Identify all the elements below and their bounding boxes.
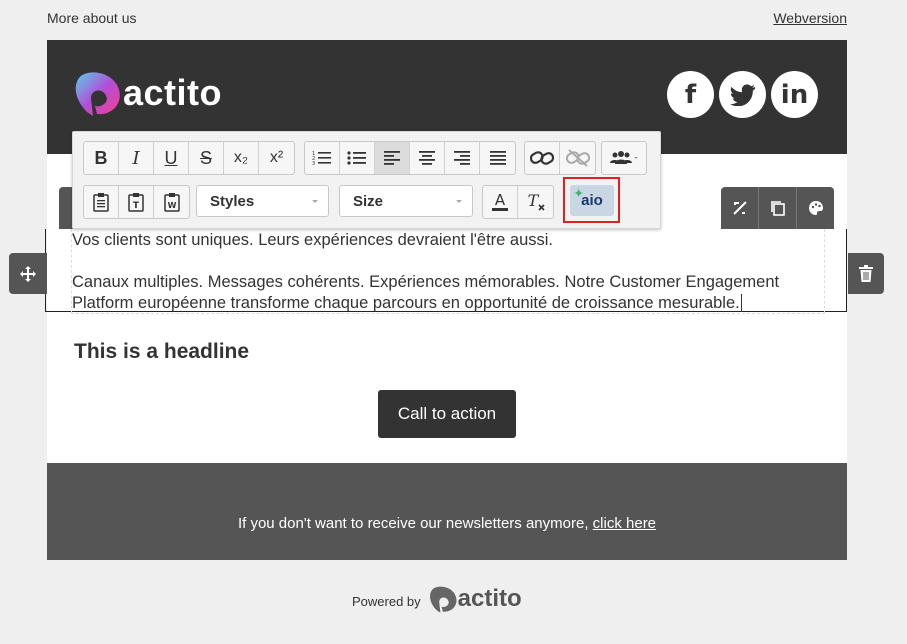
more-about-us-link[interactable]: More about us [47,10,137,26]
paste-word-icon[interactable]: W [154,186,189,218]
link-icon[interactable] [525,142,560,174]
svg-text:A: A [495,192,506,209]
palette-icon[interactable] [797,187,834,229]
facebook-icon[interactable]: f [667,71,714,118]
svg-text:T: T [527,192,539,210]
size-dropdown-label: Size [353,192,384,210]
chevron-down-icon [456,200,462,203]
strikethrough-button[interactable]: S [189,142,224,174]
size-dropdown[interactable]: Size [339,185,473,217]
block-left-tab[interactable] [59,187,73,229]
remove-format-icon[interactable]: T [518,186,553,218]
duplicate-icon[interactable] [759,187,797,229]
svg-text:W: W [167,201,176,210]
block-tools [721,187,834,229]
move-icon[interactable] [9,253,47,294]
styles-dropdown[interactable]: Styles [196,185,329,217]
justify-icon[interactable] [480,142,515,174]
align-center-icon[interactable] [410,142,445,174]
actito-wordmark: actito [123,72,223,113]
color-group: A T [482,185,554,219]
actito-heart-icon [75,72,120,116]
trash-icon[interactable] [848,253,884,294]
aio-label: aio [581,192,603,209]
bold-button[interactable]: B [84,142,119,174]
actito-wordmark: actito [457,585,522,612]
paragraph-intro: Vos clients sont uniques. Leurs expérien… [72,231,554,249]
paste-icon[interactable] [84,186,119,218]
personalization-dropdown[interactable] [601,141,647,175]
align-left-icon[interactable] [375,142,410,174]
text-cursor [740,294,742,312]
underline-button[interactable]: U [154,142,189,174]
rich-text-toolbar: B I U S x₂ x² 123 T W Styles Size A T ✦ … [72,131,661,229]
paragraph-body: Canaux multiples. Messages cohérents. Ex… [72,272,779,314]
paragraph-body-line-2: Platform européenne transforme chaque pa… [72,294,740,312]
unsubscribe-link[interactable]: click here [593,515,656,532]
svg-text:3: 3 [312,161,315,166]
numbered-list-icon[interactable]: 123 [305,142,340,174]
link-group [524,141,596,175]
svg-text:T: T [133,201,140,211]
actito-heart-icon [429,586,457,613]
call-to-action-button[interactable]: Call to action [378,390,516,438]
powered-by-label: Powered by [352,593,421,609]
unsubscribe-label: If you don't want to receive our newslet… [237,515,593,532]
linkedin-icon[interactable]: in [771,71,818,118]
twitter-icon[interactable] [719,71,766,118]
paste-group: T W [83,185,190,219]
superscript-button[interactable]: x² [259,142,294,174]
sparkle-icon: ✦ [574,188,584,200]
text-color-icon[interactable]: A [483,186,518,218]
paragraph-body-line-1: Canaux multiples. Messages cohérents. Ex… [72,273,780,291]
headline: This is a headline [74,340,250,363]
actito-logo: actito [71,68,222,118]
unsubscribe-text: If you don't want to receive our newslet… [47,515,847,532]
italic-button[interactable]: I [119,142,154,174]
paste-text-icon[interactable]: T [119,186,154,218]
subscript-button[interactable]: x₂ [224,142,259,174]
bullet-list-icon[interactable] [340,142,375,174]
paragraph-group: 123 [304,141,516,175]
webversion-link[interactable]: Webversion [773,10,847,26]
aio-highlight: ✦ aio [563,177,620,223]
format-group: B I U S x₂ x² [83,141,295,175]
align-right-icon[interactable] [445,142,480,174]
chevron-down-icon [312,200,318,203]
users-icon[interactable] [602,142,646,174]
unlink-icon[interactable] [560,142,595,174]
aio-button[interactable]: ✦ aio [570,185,614,216]
clear-format-icon[interactable] [721,187,759,229]
styles-dropdown-label: Styles [210,192,255,210]
email-footer: If you don't want to receive our newslet… [47,463,847,560]
powered-by: Powered by actito [352,584,522,614]
